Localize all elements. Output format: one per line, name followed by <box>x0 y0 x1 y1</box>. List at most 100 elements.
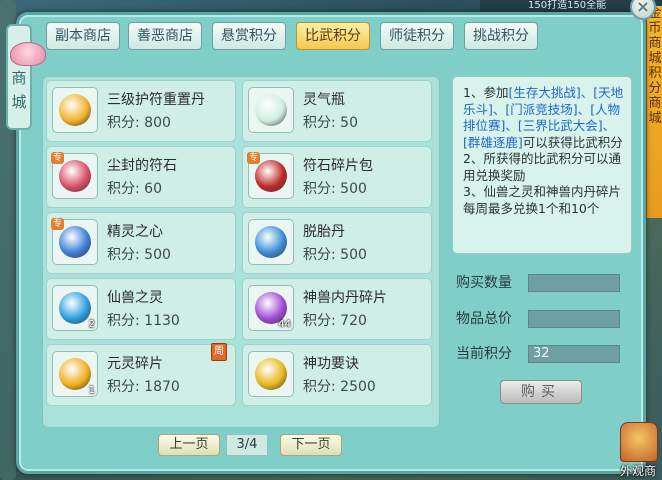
item-slot: 44 <box>248 285 294 331</box>
item-name: 脱胎丹 <box>303 224 345 240</box>
price-value: 500 <box>340 247 367 263</box>
divine-skill-manual-icon <box>255 358 287 390</box>
item-slot: 专 <box>51 218 98 265</box>
price-value: 500 <box>340 181 367 197</box>
weekly-limit-badge: 周 <box>211 343 227 361</box>
tab-karma-shop[interactable]: 善恶商店 <box>128 22 202 50</box>
item-slot: 专 <box>51 152 98 199</box>
item-price: 积分: 500 <box>303 178 367 198</box>
price-value: 1870 <box>144 379 180 395</box>
item-name: 神兽内丹碎片 <box>303 290 387 306</box>
price-value: 50 <box>340 115 358 131</box>
price-prefix: 积分: <box>107 115 140 131</box>
price-prefix: 积分: <box>303 181 336 197</box>
appearance-store-label: 外观商 <box>619 464 656 478</box>
prev-page-button[interactable]: 上一页 <box>158 434 220 456</box>
yuanling-shard-icon <box>59 358 91 390</box>
item-card[interactable]: 专符石碎片包积分: 500 <box>242 146 432 208</box>
price-prefix: 积分: <box>303 379 336 395</box>
next-page-button[interactable]: 下一页 <box>280 434 342 456</box>
immortal-beast-spirit-icon <box>59 292 91 324</box>
price-prefix: 积分: <box>107 247 140 263</box>
price-value: 720 <box>340 313 367 329</box>
item-name: 元灵碎片 <box>107 356 163 372</box>
item-name: 精灵之心 <box>107 224 163 240</box>
item-price: 积分: 60 <box>107 178 162 198</box>
runestone-shard-bag-icon <box>255 160 287 192</box>
item-card[interactable]: 脱胎丹积分: 500 <box>242 212 432 274</box>
exchange-rules-text: 1、参加[生存大挑战]、[天地乐斗]、[门派竞技场]、[人物排位赛]、[三界比武… <box>452 76 632 254</box>
tab-dungeon-shop[interactable]: 副本商店 <box>46 22 120 50</box>
item-name: 仙兽之灵 <box>107 290 163 306</box>
item-price: 积分: 720 <box>303 310 367 330</box>
item-price: 积分: 1130 <box>107 310 180 330</box>
tab-contest-points[interactable]: 比武积分 <box>296 22 370 50</box>
item-card[interactable]: 神功要诀积分: 2500 <box>242 344 432 406</box>
price-prefix: 积分: <box>303 313 336 329</box>
price-value: 800 <box>144 115 171 131</box>
current-points-label: 当前积分 <box>456 346 512 362</box>
item-card[interactable]: 1 元灵碎片积分: 1870 周 <box>46 343 236 406</box>
total-price-label: 物品总价 <box>456 311 512 327</box>
item-name: 三级护符重置丹 <box>107 92 205 108</box>
buy-button[interactable]: 购买 <box>500 380 582 404</box>
page-indicator: 3/4 <box>226 434 268 456</box>
item-price: 积分: 1870 <box>107 376 180 396</box>
item-card[interactable]: 专精灵之心积分: 500 <box>46 212 236 274</box>
price-prefix: 积分: <box>107 379 140 395</box>
item-slot: 1 <box>52 351 98 397</box>
elf-heart-icon <box>59 226 91 258</box>
item-quantity: 2 <box>88 319 95 330</box>
total-price-value <box>528 310 620 328</box>
treasure-chest-icon <box>620 422 658 462</box>
item-quantity: 1 <box>88 385 95 396</box>
side-tab-label-1: 商 <box>11 69 27 87</box>
item-slot <box>248 219 294 265</box>
item-slot <box>248 87 294 133</box>
purchase-quantity-label: 购买数量 <box>456 275 512 291</box>
item-card[interactable]: 44 神兽内丹碎片 积分: 720 <box>242 278 432 340</box>
price-prefix: 积分: <box>107 313 140 329</box>
item-slot <box>52 87 98 133</box>
rebirth-pill-icon <box>255 226 287 258</box>
item-price: 积分: 500 <box>107 244 171 264</box>
item-name: 符石碎片包 <box>303 158 373 174</box>
price-value: 1130 <box>144 313 180 329</box>
exclusive-badge: 专 <box>51 218 65 230</box>
appearance-store-button[interactable]: 外观商 <box>614 420 662 480</box>
price-prefix: 积分: <box>303 247 336 263</box>
item-price: 积分: 800 <box>107 112 171 132</box>
tab-mentor-points[interactable]: 师徒积分 <box>380 22 454 50</box>
item-slot <box>248 351 294 397</box>
price-value: 500 <box>144 247 171 263</box>
price-prefix: 积分: <box>303 115 336 131</box>
price-prefix: 积分: <box>107 181 140 197</box>
tab-challenge-points[interactable]: 挑战积分 <box>464 22 538 50</box>
item-card[interactable]: 灵气瓶积分: 50 <box>242 80 432 142</box>
item-name: 尘封的符石 <box>107 158 177 174</box>
lotus-ornament-icon <box>10 42 46 66</box>
item-name: 神功要诀 <box>303 356 359 372</box>
store-side-tab[interactable]: 商 城 <box>6 24 46 130</box>
item-slot: 专 <box>247 152 294 199</box>
item-price: 积分: 2500 <box>303 376 376 396</box>
tab-bounty-points[interactable]: 悬赏积分 <box>212 22 286 50</box>
item-name: 灵气瓶 <box>303 92 345 108</box>
item-card[interactable]: 专尘封的符石积分: 60 <box>46 146 236 208</box>
item-card[interactable]: 三级护符重置丹 积分: 800 <box>46 80 236 142</box>
spirit-bottle-icon <box>255 94 287 126</box>
purchase-quantity-input[interactable] <box>528 274 620 292</box>
side-store-banner[interactable]: 金币商城 积分商城 <box>646 6 662 218</box>
golden-amulet-icon <box>59 94 91 126</box>
item-price: 积分: 50 <box>303 112 358 132</box>
price-value: 2500 <box>340 379 376 395</box>
sealed-runestone-icon <box>59 160 91 192</box>
item-price: 积分: 500 <box>303 244 367 264</box>
side-tab-label-2: 城 <box>11 93 27 111</box>
current-points-value: 32 <box>528 345 620 363</box>
item-card[interactable]: 2 仙兽之灵积分: 1130 <box>46 278 236 340</box>
item-slot: 2 <box>52 285 98 331</box>
exclusive-badge: 专 <box>51 152 65 164</box>
exclusive-badge: 专 <box>247 152 261 164</box>
price-value: 60 <box>144 181 162 197</box>
